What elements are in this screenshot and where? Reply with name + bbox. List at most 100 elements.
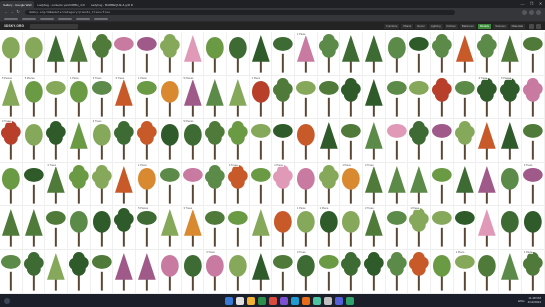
model-thumbnail[interactable] [476,32,500,76]
site-logo[interactable]: 3DSKY.ORG [4,24,24,28]
model-thumbnail[interactable] [226,75,250,120]
model-thumbnail[interactable] [408,249,432,294]
model-thumbnail[interactable] [431,162,454,207]
model-thumbnail[interactable] [272,75,295,120]
start-icon[interactable] [224,296,233,305]
model-thumbnail[interactable] [272,206,295,250]
model-thumbnail[interactable] [226,32,250,76]
model-thumbnail[interactable] [272,32,295,76]
model-thumbnail[interactable]: 3 Trees [363,206,386,250]
model-thumbnail[interactable]: 3 Trees [113,75,137,120]
model-thumbnail[interactable] [340,206,363,250]
model-thumbnail[interactable] [68,162,91,207]
model-thumbnail[interactable] [90,206,114,250]
model-thumbnail[interactable]: 5 Pieces [181,75,205,120]
category-tab[interactable]: Models [478,23,492,29]
model-thumbnail[interactable] [0,32,23,76]
model-thumbnail[interactable] [158,32,182,76]
bookmark-item[interactable] [22,17,36,20]
model-thumbnail[interactable] [294,162,318,207]
model-thumbnail[interactable]: 1 Piece [136,75,159,120]
app-icon[interactable] [334,296,343,305]
model-thumbnail[interactable] [68,249,91,294]
model-thumbnail[interactable]: 1 Piece [136,162,159,207]
model-thumbnail[interactable] [158,119,182,163]
model-thumbnail[interactable] [408,162,432,207]
user-icon[interactable] [536,23,541,29]
model-thumbnail[interactable] [90,249,114,294]
model-thumbnail[interactable] [90,162,114,207]
app-icon[interactable] [268,296,277,305]
app-icon[interactable] [279,296,288,305]
model-thumbnail[interactable] [317,75,341,120]
model-thumbnail[interactable] [45,206,69,250]
model-thumbnail[interactable] [136,32,159,76]
model-thumbnail[interactable] [204,119,227,163]
reload-icon[interactable]: ↻ [15,8,21,16]
model-thumbnail[interactable] [431,249,454,294]
model-thumbnail[interactable] [249,32,273,76]
model-thumbnail[interactable] [363,32,386,76]
category-tab[interactable]: Textures [493,23,508,29]
model-thumbnail[interactable] [158,206,182,250]
model-thumbnail[interactable] [385,249,409,294]
model-thumbnail[interactable]: 3 Trees [45,162,69,207]
model-thumbnail[interactable]: 3 Trees [226,162,250,207]
minimize-icon[interactable]: — [518,0,527,8]
browser-tab[interactable]: Ladybug - BARBEQUE & grill R [88,1,136,8]
model-thumbnail[interactable]: 1 Piece [272,162,295,207]
model-thumbnail[interactable] [158,249,182,294]
model-thumbnail[interactable] [68,119,91,163]
model-thumbnail[interactable] [22,162,46,207]
model-thumbnail[interactable]: 3 Trees [90,119,114,163]
bookmark-item[interactable] [4,17,18,20]
model-thumbnail[interactable] [385,206,409,250]
model-thumbnail[interactable]: 5 Pieces [181,119,205,163]
model-thumbnail[interactable] [431,119,454,163]
model-thumbnail[interactable]: 1 Piece [340,162,363,207]
model-thumbnail[interactable] [204,75,227,120]
model-thumbnail[interactable] [204,32,227,76]
model-thumbnail[interactable] [90,32,114,76]
model-thumbnail[interactable] [521,119,545,163]
model-thumbnail[interactable] [68,206,91,250]
model-thumbnail[interactable] [22,249,46,294]
model-thumbnail[interactable] [181,162,205,207]
model-thumbnail[interactable] [158,75,182,120]
model-thumbnail[interactable]: 3 Trees [363,162,386,207]
model-thumbnail[interactable] [499,32,522,76]
model-thumbnail[interactable]: 3 Trees [90,75,114,120]
model-thumbnail[interactable]: 3 Trees [181,206,205,250]
model-thumbnail[interactable] [340,249,363,294]
profile-icon[interactable] [536,9,541,15]
model-thumbnail[interactable] [204,206,227,250]
category-tab[interactable]: Furniture [384,23,400,29]
model-thumbnail[interactable] [22,119,46,163]
model-thumbnail[interactable] [476,162,500,207]
model-thumbnail[interactable]: 5 Pieces [22,75,46,120]
model-thumbnail[interactable] [181,249,205,294]
model-thumbnail[interactable]: 1 Piece [294,32,318,76]
model-thumbnail[interactable]: 5 Pieces [0,75,23,120]
model-thumbnail[interactable] [0,249,23,294]
model-thumbnail[interactable] [226,206,250,250]
browser-tab[interactable]: Ladybug - contexto yard.IIRBH_4.D [34,1,87,8]
model-thumbnail[interactable] [499,162,522,207]
category-tab[interactable]: Decor [415,23,427,29]
bookmark-item[interactable] [94,17,108,20]
model-thumbnail[interactable] [431,32,454,76]
extension-icon[interactable] [529,9,534,15]
clock[interactable]: 11:48 PM 4/13/2024 [528,296,541,304]
model-thumbnail[interactable] [385,162,409,207]
url-input[interactable]: 3dsky.org/3dmodels/category/plants_trees… [25,9,455,15]
category-tab[interactable]: Bathroom [459,23,477,29]
model-thumbnail[interactable]: 3 Trees [204,249,227,294]
model-thumbnail[interactable]: 1 Piece [249,75,273,120]
model-thumbnail[interactable] [0,206,23,250]
model-thumbnail[interactable] [476,206,500,250]
model-thumbnail[interactable] [431,206,454,250]
model-thumbnail[interactable] [317,119,341,163]
model-thumbnail[interactable] [521,75,545,120]
model-thumbnail[interactable] [317,162,341,207]
model-thumbnail[interactable] [136,249,159,294]
